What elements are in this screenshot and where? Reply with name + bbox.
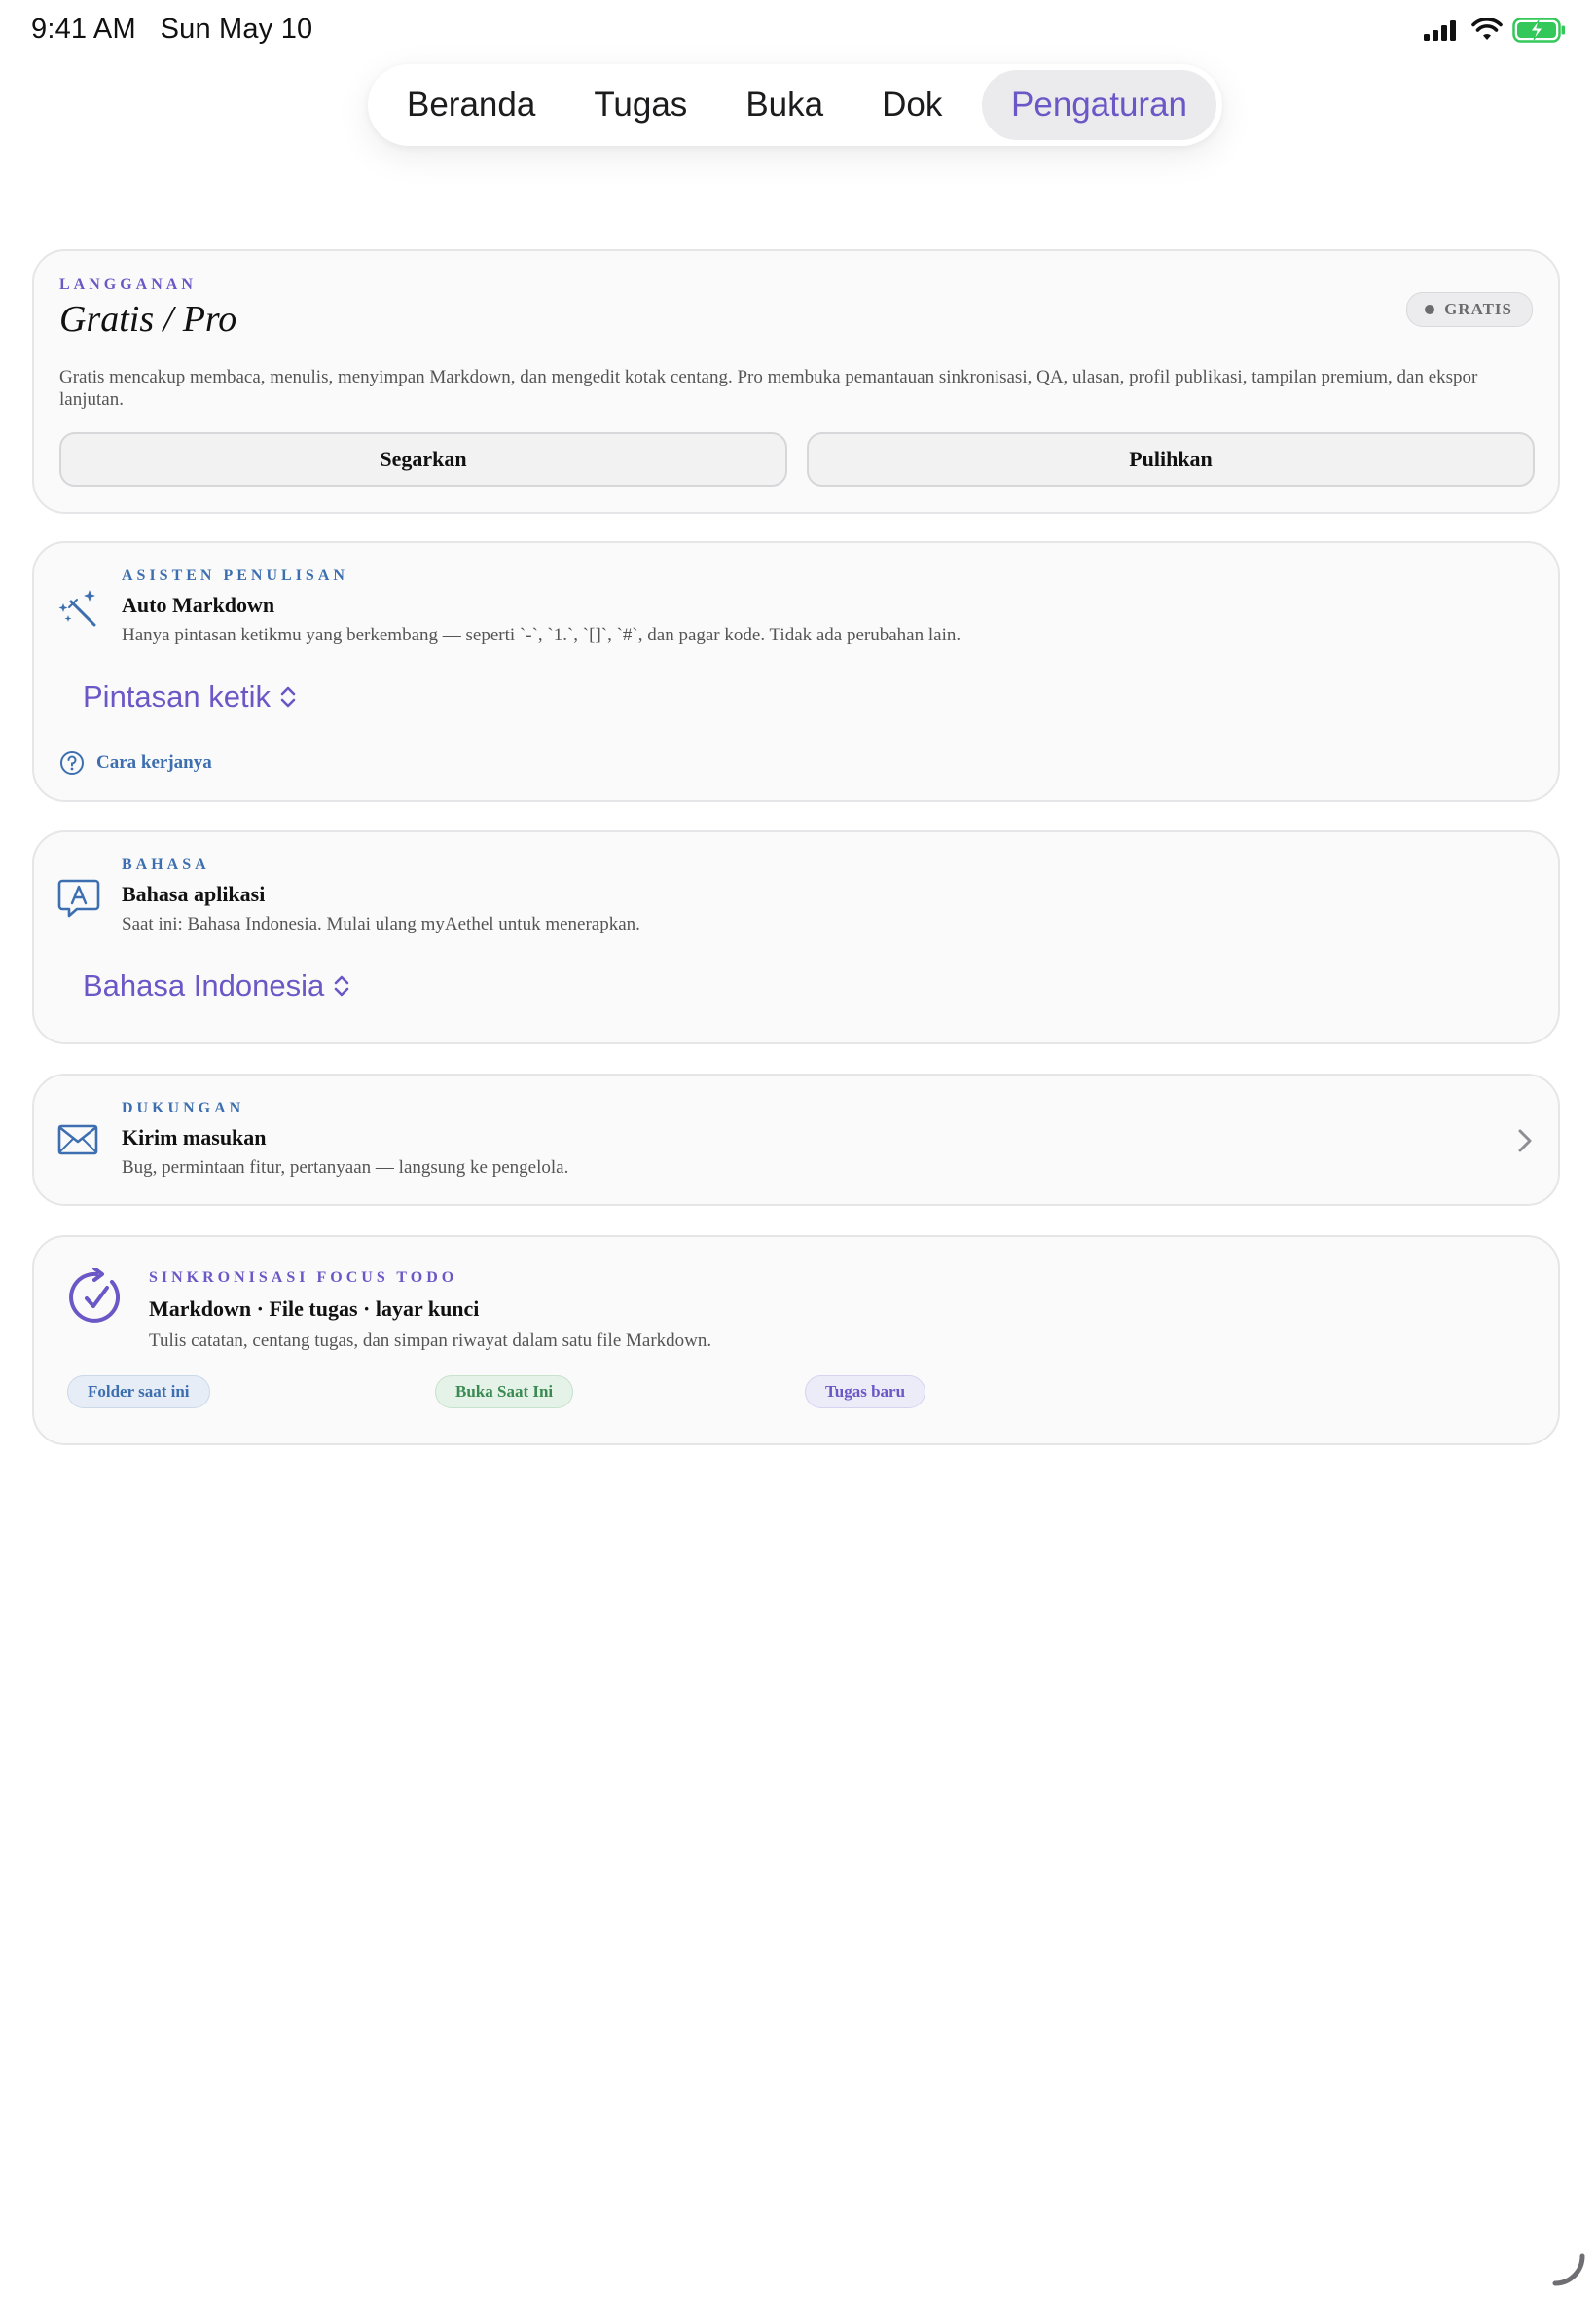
writing-assistant-description: Hanya pintasan ketikmu yang berkembang —… <box>122 625 961 645</box>
wifi-icon <box>1471 18 1503 40</box>
language-picker-value: Bahasa Indonesia <box>83 968 325 1003</box>
language-bubble-icon <box>57 879 100 918</box>
writing-assistant-card: ASISTEN PENULISAN Auto Markdown Hanya pi… <box>32 541 1560 802</box>
subscription-eyebrow: LANGGANAN <box>59 276 197 293</box>
status-time: 9:41 AM Sun May 10 <box>31 14 312 46</box>
language-picker[interactable]: Bahasa Indonesia <box>83 968 351 1003</box>
status-dot-icon <box>1425 305 1435 314</box>
tab-tugas[interactable]: Tugas <box>564 70 716 140</box>
tab-pengaturan[interactable]: Pengaturan <box>982 70 1216 140</box>
sync-description: Tulis catatan, centang tugas, dan simpan… <box>149 1331 712 1351</box>
language-card: BAHASA Bahasa aplikasi Saat ini: Bahasa … <box>32 830 1560 1044</box>
typing-shortcut-value: Pintasan ketik <box>83 679 271 713</box>
how-it-works-label: Cara kerjanya <box>96 752 212 773</box>
subscription-card: LANGGANAN Gratis / Pro GRATIS Gratis men… <box>32 249 1560 514</box>
status-date: Sun May 10 <box>160 14 313 45</box>
cellular-signal-icon <box>1424 20 1456 41</box>
status-bar: 9:41 AM Sun May 10 <box>0 0 1596 62</box>
tab-buka[interactable]: Buka <box>716 70 852 140</box>
typing-shortcut-picker[interactable]: Pintasan ketik <box>83 679 298 714</box>
plan-title: Gratis / Pro <box>59 299 237 340</box>
chevron-right-icon <box>1518 1129 1532 1152</box>
writing-assistant-title: Auto Markdown <box>122 593 275 617</box>
support-feedback-card[interactable]: DUKUNGAN Kirim masukan Bug, permintaan f… <box>32 1074 1560 1206</box>
open-current-chip[interactable]: Buka Saat Ini <box>435 1375 574 1408</box>
sync-check-icon <box>69 1268 121 1323</box>
tab-dok[interactable]: Dok <box>852 70 971 140</box>
refresh-button[interactable]: Segarkan <box>59 432 787 487</box>
envelope-icon <box>57 1124 98 1155</box>
chevron-up-down-icon <box>280 686 296 708</box>
sync-eyebrow: SINKRONISASI FOCUS TODO <box>149 1269 458 1286</box>
current-folder-chip[interactable]: Folder saat ini <box>67 1375 210 1408</box>
corner-grabber-icon <box>1552 2253 1585 2286</box>
support-eyebrow: DUKUNGAN <box>122 1100 245 1116</box>
restore-button[interactable]: Pulihkan <box>807 432 1535 487</box>
chevron-up-down-icon <box>334 975 349 997</box>
top-tab-bar: Beranda Tugas Buka Dok Pengaturan <box>368 64 1222 146</box>
writing-assistant-eyebrow: ASISTEN PENULISAN <box>122 567 348 584</box>
new-task-chip[interactable]: Tugas baru <box>805 1375 926 1408</box>
magic-wand-icon <box>58 590 96 627</box>
language-eyebrow: BAHASA <box>122 857 210 873</box>
subscription-description: Gratis mencakup membaca, menulis, menyim… <box>59 367 1478 410</box>
focus-todo-sync-card: SINKRONISASI FOCUS TODO Markdown · File … <box>32 1235 1560 1445</box>
status-clock: 9:41 AM <box>31 14 136 45</box>
language-description: Saat ini: Bahasa Indonesia. Mulai ulang … <box>122 914 640 934</box>
sync-title: Markdown · File tugas · layar kunci <box>149 1296 480 1321</box>
question-circle-icon <box>60 751 84 775</box>
language-title: Bahasa aplikasi <box>122 882 266 906</box>
tab-beranda[interactable]: Beranda <box>374 70 564 140</box>
plan-status-badge: GRATIS <box>1406 292 1533 327</box>
status-icons <box>1423 18 1567 43</box>
support-title: Kirim masukan <box>122 1125 267 1149</box>
support-description: Bug, permintaan fitur, pertanyaan — lang… <box>122 1157 569 1178</box>
battery-charging-icon <box>1512 18 1565 43</box>
plan-badge-label: GRATIS <box>1444 300 1512 318</box>
how-it-works-link[interactable]: Cara kerjanya <box>59 750 212 776</box>
